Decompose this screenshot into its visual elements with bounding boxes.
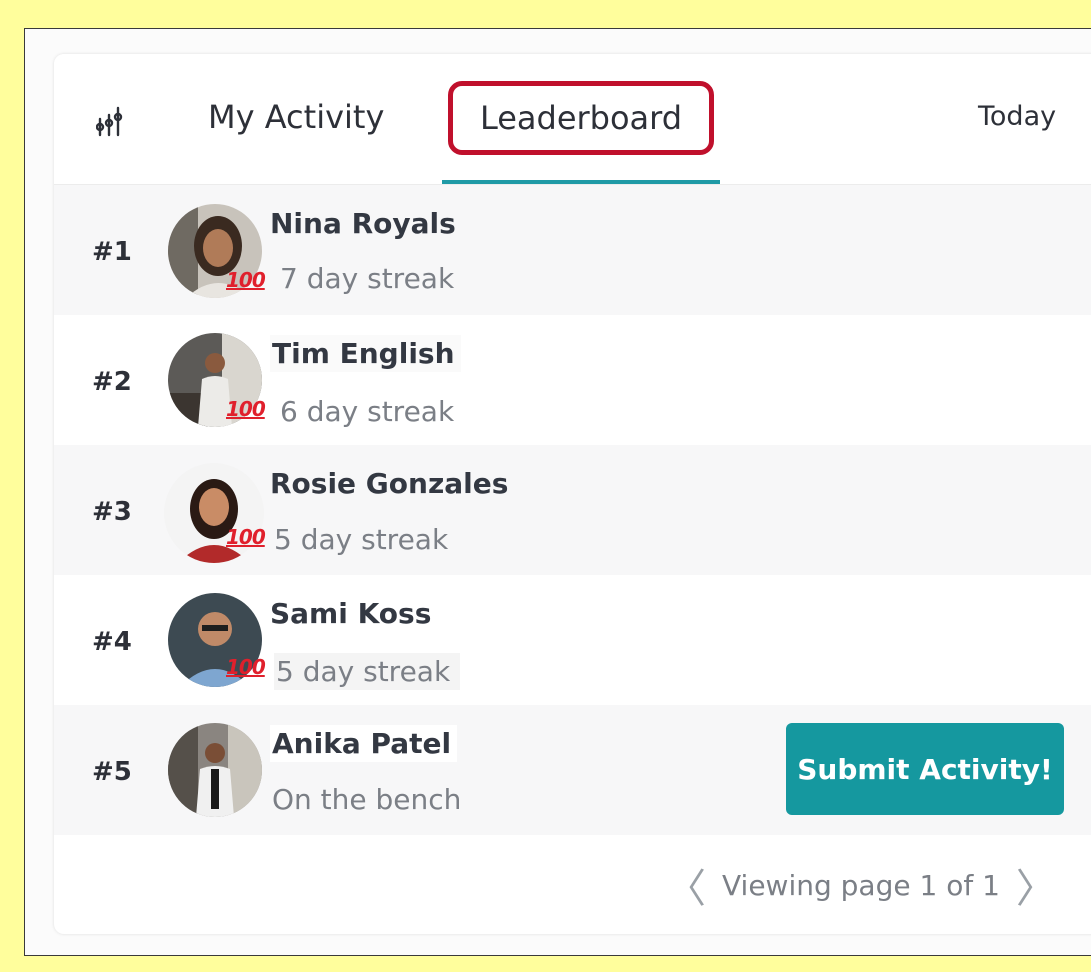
streak-text: 5 day streak — [274, 523, 449, 556]
next-page-icon[interactable]: 〉 — [1016, 856, 1056, 914]
leaderboard-row: #1 100 Nina Royals 7 day streak — [54, 185, 1091, 315]
tab-leaderboard-label: Leaderboard — [479, 99, 683, 137]
period-selector[interactable]: Today — [978, 101, 1056, 132]
rank: #5 — [92, 757, 132, 787]
rank: #4 — [92, 627, 132, 657]
avatar — [168, 723, 262, 817]
rank: #1 — [92, 237, 132, 267]
pagination: 〈 Viewing page 1 of 1 〉 — [666, 860, 1056, 912]
streak-text: 7 day streak — [280, 262, 455, 295]
streak-text: On the bench — [272, 783, 462, 816]
member-name[interactable]: Nina Royals — [270, 207, 456, 240]
bar-chart-icon[interactable] — [96, 105, 124, 137]
leaderboard-row: #3 100 Rosie Gonzales 5 day streak — [54, 445, 1091, 575]
member-name[interactable]: Rosie Gonzales — [270, 467, 508, 500]
streak-text: 6 day streak — [280, 395, 455, 428]
hundred-emoji-icon: 100 — [226, 397, 266, 421]
member-name[interactable]: Sami Koss — [270, 597, 431, 630]
hundred-emoji-icon: 100 — [226, 525, 266, 549]
tab-my-activity[interactable]: My Activity — [208, 98, 384, 136]
tab-leaderboard[interactable]: Leaderboard — [448, 81, 714, 155]
submit-activity-button[interactable]: Submit Activity! — [786, 723, 1064, 815]
rank: #3 — [92, 497, 132, 527]
pagination-label: Viewing page 1 of 1 — [722, 868, 1000, 902]
leaderboard-row: #4 100 Sami Koss 5 day streak — [54, 575, 1091, 705]
rank: #2 — [92, 367, 132, 397]
leaderboard-card: My Activity Leaderboard Today #1 100 Nin… — [54, 54, 1091, 934]
card-header: My Activity Leaderboard Today — [54, 54, 1091, 185]
member-name[interactable]: Anika Patel — [270, 725, 458, 762]
streak-text: 5 day streak — [274, 653, 461, 690]
leaderboard-row: #2 100 Tim English 6 day streak — [54, 315, 1091, 445]
active-tab-indicator — [442, 180, 720, 184]
member-name[interactable]: Tim English — [270, 335, 461, 372]
previous-page-icon[interactable]: 〈 — [666, 856, 706, 914]
hundred-emoji-icon: 100 — [226, 268, 266, 292]
hundred-emoji-icon: 100 — [226, 655, 266, 679]
